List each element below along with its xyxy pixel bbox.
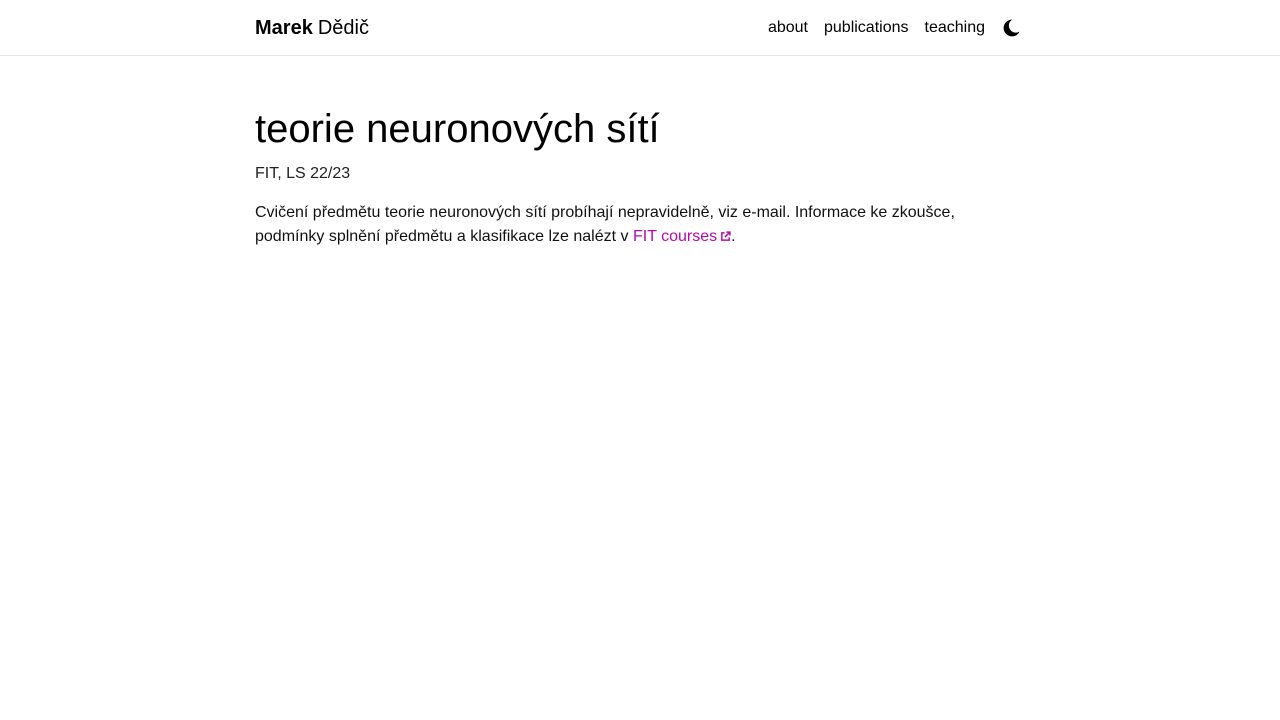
page-description: Cvičení předmětu teorie neuronových sítí… [255,201,1025,249]
navbar: Marek Dědič about publications teaching [0,0,1280,56]
site-brand[interactable]: Marek Dědič [255,15,369,41]
brand-first-name: Marek [255,17,313,39]
description-text: Cvičení předmětu teorie neuronových sítí… [255,204,955,245]
description-end: . [731,228,736,245]
theme-toggle-button[interactable] [1002,18,1020,38]
moon-icon [1003,19,1020,37]
nav-teaching[interactable]: teaching [925,16,986,40]
external-link-icon [721,231,731,241]
page-subtitle: FIT, LS 22/23 [255,165,351,182]
fit-courses-link[interactable]: FIT courses [633,228,731,245]
main-nav: about publications teaching [768,16,1020,40]
main-content: teorie neuronových sítí FIT, LS 22/23 Cv… [255,104,1025,249]
fit-courses-link-label: FIT courses [632,228,718,245]
nav-publications[interactable]: publications [824,16,909,40]
nav-about[interactable]: about [768,16,808,40]
page-title: teorie neuronových sítí [255,107,660,151]
brand-last-name: Dědič [317,17,369,39]
